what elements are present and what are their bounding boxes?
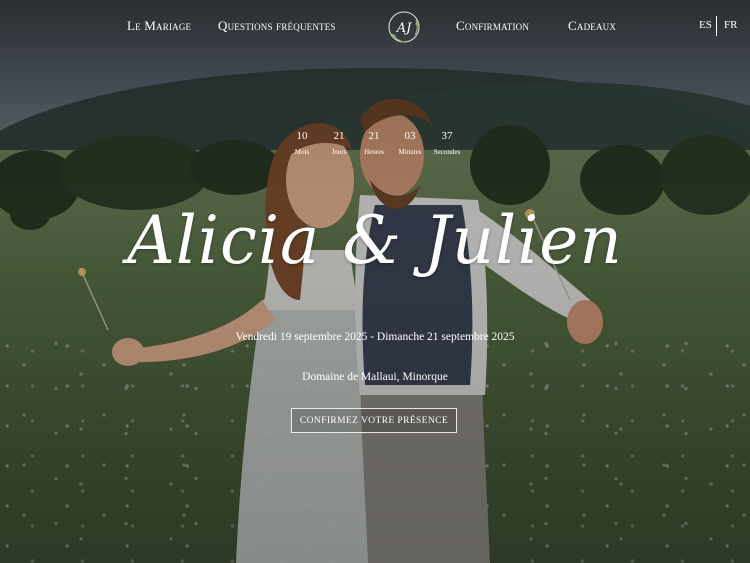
countdown-seconds: 37 Secondes: [432, 130, 462, 156]
countdown-value: 21: [333, 130, 345, 142]
countdown-label: Minutes: [398, 148, 422, 156]
countdown-months: 10 Mois: [292, 130, 312, 156]
nav-link-confirmation[interactable]: Confirmation: [456, 18, 529, 34]
nav-link-cadeaux[interactable]: Cadeaux: [568, 18, 616, 34]
nav-link-le-mariage[interactable]: Le Mariage: [127, 18, 191, 34]
countdown-value: 03: [404, 130, 416, 142]
countdown-value: 21: [368, 130, 380, 142]
countdown-minutes: 03 Minutes: [396, 130, 424, 156]
logo-monogram: AJ: [396, 21, 412, 36]
wedding-dates: Vendredi 19 septembre 2025 - Dimanche 21…: [235, 331, 515, 343]
wedding-venue: Domaine de Mallaui, Minorque: [302, 371, 448, 383]
language-es[interactable]: ES: [699, 19, 712, 31]
countdown-label: Mois: [294, 148, 310, 156]
monogram-logo-icon[interactable]: AJ: [387, 10, 421, 44]
couple-names-heading: Alicia & Julien: [127, 202, 623, 279]
top-navigation: Le Mariage Questions fréquentes AJ Confi…: [0, 0, 750, 52]
rsvp-button[interactable]: CONFIRMEZ VOTRE PRÉSENCE: [291, 408, 457, 433]
countdown-value: 10: [296, 130, 308, 142]
countdown-label: Jours: [331, 148, 347, 156]
language-fr[interactable]: FR: [724, 19, 737, 31]
countdown-label: Heures: [364, 148, 384, 156]
countdown-label: Secondes: [433, 148, 461, 156]
countdown-timer: 10 Mois 21 Jours 21 Heures 03 Minutes 37…: [290, 130, 470, 170]
nav-link-questions-frequentes[interactable]: Questions fréquentes: [218, 18, 336, 34]
language-divider: [716, 16, 717, 36]
countdown-hours: 21 Heures: [362, 130, 386, 156]
countdown-value: 37: [441, 130, 453, 142]
countdown-days: 21 Jours: [328, 130, 350, 156]
